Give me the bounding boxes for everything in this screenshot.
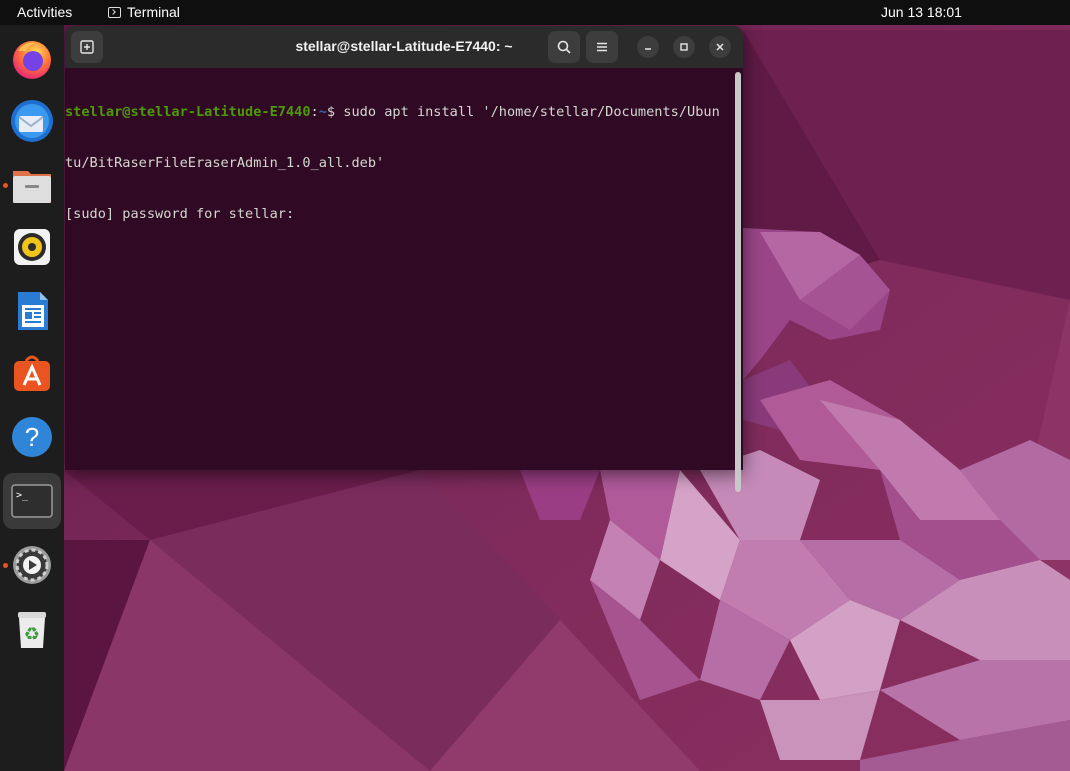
help-icon: ? bbox=[12, 417, 52, 457]
hamburger-menu-icon bbox=[597, 42, 607, 52]
dock: ? >_ ♻ bbox=[0, 25, 64, 771]
terminal-line: stellar@stellar-Latitude-E7440:~$ sudo a… bbox=[65, 104, 733, 121]
activities-button[interactable]: Activities bbox=[17, 4, 72, 20]
search-icon bbox=[557, 40, 571, 54]
close-button[interactable] bbox=[709, 36, 731, 58]
prompt-path: ~ bbox=[318, 104, 327, 120]
dock-item-settings[interactable] bbox=[8, 541, 56, 589]
writer-icon bbox=[18, 292, 48, 330]
terminal-output[interactable]: stellar@stellar-Latitude-E7440:~$ sudo a… bbox=[65, 68, 733, 470]
terminal-titlebar[interactable]: stellar@stellar-Latitude-E7440: ~ bbox=[65, 26, 743, 68]
dock-item-writer[interactable] bbox=[8, 287, 56, 335]
close-icon bbox=[716, 43, 724, 51]
sudo-password-prompt: [sudo] password for stellar: bbox=[65, 206, 303, 222]
prompt-user: stellar@stellar-Latitude-E7440 bbox=[65, 104, 311, 120]
prompt-separator: : bbox=[310, 104, 319, 120]
maximize-button[interactable] bbox=[673, 36, 695, 58]
dock-item-thunderbird[interactable] bbox=[8, 97, 56, 145]
dock-item-help[interactable]: ? bbox=[8, 413, 56, 461]
trash-icon: ♻ bbox=[18, 612, 46, 648]
svg-text:>_: >_ bbox=[16, 490, 29, 501]
terminal-window[interactable]: stellar@stellar-Latitude-E7440: ~ stella… bbox=[65, 26, 743, 492]
menu-button[interactable] bbox=[586, 31, 618, 63]
thunderbird-icon bbox=[11, 100, 53, 142]
dock-item-trash[interactable]: ♻ bbox=[8, 605, 56, 653]
command-text-wrap: tu/BitRaserFileEraserAdmin_1.0_all.deb' bbox=[65, 155, 385, 171]
top-bar: Activities Terminal Jun 13 18:01 bbox=[0, 0, 1070, 25]
svg-text:?: ? bbox=[25, 422, 39, 452]
terminal-icon bbox=[108, 6, 121, 18]
search-button[interactable] bbox=[548, 31, 580, 63]
maximize-icon bbox=[680, 43, 688, 51]
dock-item-rhythmbox[interactable] bbox=[8, 223, 56, 271]
terminal-scrollbar[interactable] bbox=[735, 72, 741, 492]
settings-icon bbox=[13, 546, 51, 584]
app-menu[interactable]: Terminal bbox=[108, 4, 180, 20]
terminal-icon: >_ bbox=[11, 484, 53, 518]
firefox-icon bbox=[13, 41, 51, 79]
terminal-line: tu/BitRaserFileEraserAdmin_1.0_all.deb' bbox=[65, 155, 733, 172]
dock-item-terminal[interactable]: >_ bbox=[3, 473, 61, 529]
dock-item-files[interactable] bbox=[8, 161, 56, 209]
command-text: sudo apt install '/home/stellar/Document… bbox=[343, 104, 720, 120]
prompt-symbol: $ bbox=[326, 104, 344, 120]
rhythmbox-icon bbox=[14, 229, 50, 265]
files-icon bbox=[13, 171, 51, 203]
svg-text:♻: ♻ bbox=[24, 624, 40, 645]
app-menu-label: Terminal bbox=[127, 4, 180, 20]
software-icon bbox=[14, 355, 50, 391]
dock-item-firefox[interactable] bbox=[8, 35, 56, 83]
minimize-button[interactable] bbox=[637, 36, 659, 58]
clock[interactable]: Jun 13 18:01 bbox=[881, 4, 962, 20]
minimize-icon bbox=[645, 48, 651, 50]
dock-item-software[interactable] bbox=[8, 349, 56, 397]
terminal-line: [sudo] password for stellar: bbox=[65, 206, 733, 223]
